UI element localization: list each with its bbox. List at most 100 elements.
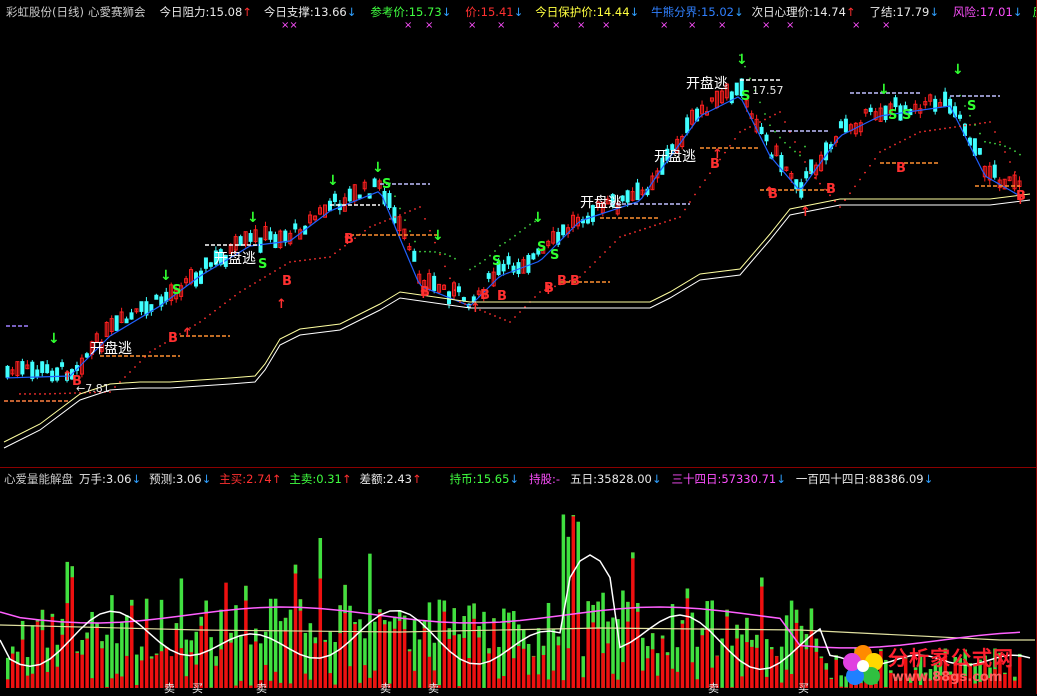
- volume-bar-bottom: [696, 679, 700, 688]
- volume-bar: [780, 647, 784, 688]
- volume-bar-bottom: [279, 683, 283, 688]
- volume-bar-bottom: [90, 678, 94, 688]
- volume-bar-top: [760, 578, 764, 587]
- volume-bar-bottom: [611, 674, 615, 688]
- volume-bar-top: [462, 616, 466, 638]
- volume-bar-bottom: [547, 679, 551, 688]
- volume-bar-bottom: [577, 614, 581, 688]
- volume-bar-bottom: [552, 671, 556, 688]
- volume-bar: [383, 620, 387, 688]
- volume-bar-bottom: [691, 662, 695, 688]
- volume-bar: [95, 623, 99, 688]
- volume-bar: [547, 603, 551, 688]
- volume-bar-top: [21, 621, 25, 640]
- volume-bar-top: [448, 628, 452, 639]
- volume-bar-top: [324, 640, 328, 642]
- volume-bar-top: [651, 633, 655, 649]
- volume-bar: [750, 640, 754, 688]
- volume-bar-top: [80, 640, 84, 655]
- volume-bar: [423, 620, 427, 688]
- volume-bar: [636, 603, 640, 688]
- volume-bar-top: [631, 552, 635, 558]
- volume-bar-bottom: [601, 653, 605, 688]
- volume-bar: [130, 600, 134, 688]
- volume-bar-top: [299, 599, 303, 610]
- volume-bar-bottom: [512, 658, 516, 688]
- volume-bar: [51, 614, 55, 688]
- volume-bar-bottom: [676, 672, 680, 688]
- volume-bar-top: [130, 600, 134, 606]
- volume-bar-bottom: [6, 679, 10, 688]
- volume-bar-bottom: [125, 656, 129, 688]
- volume-bar: [760, 578, 764, 688]
- volume-bar-top: [825, 663, 829, 669]
- volume-bar-top: [492, 618, 496, 622]
- volume-bar-bottom: [333, 685, 337, 688]
- volume-bar: [681, 620, 685, 688]
- volume-bar-bottom: [641, 671, 645, 688]
- volume-bar: [244, 586, 248, 688]
- volume-bar-top: [214, 656, 218, 666]
- volume-bar-top: [591, 605, 595, 622]
- volume-bar-top: [606, 622, 610, 644]
- volume-bar-top: [646, 646, 650, 658]
- volume-bar-top: [686, 588, 690, 598]
- volume-bar-top: [532, 656, 536, 657]
- volume-bar-top: [284, 618, 288, 632]
- volume-bar-top: [810, 608, 814, 629]
- volume-bar: [85, 633, 89, 688]
- volume-bar: [487, 648, 491, 688]
- volume-bar-top: [666, 652, 670, 655]
- volume-bar-bottom: [616, 680, 620, 688]
- volume-bar: [532, 656, 536, 688]
- volume-bar-bottom: [239, 681, 243, 688]
- volume-bar: [686, 588, 690, 688]
- volume-bar-bottom: [234, 686, 238, 688]
- volume-bar-top: [204, 601, 208, 614]
- volume-bar-bottom: [160, 651, 164, 688]
- volume-bar-bottom: [328, 673, 332, 688]
- volume-bar: [562, 514, 566, 688]
- volume-bar-bottom: [562, 680, 566, 688]
- volume-bar-top: [393, 616, 397, 628]
- volume-bar-top: [155, 654, 159, 655]
- volume-bar-top: [175, 623, 179, 629]
- volume-bar-top: [70, 566, 74, 577]
- watermark-title: 分析家公式网: [888, 642, 1014, 671]
- volume-bar: [666, 652, 670, 688]
- volume-bar: [175, 623, 179, 688]
- volume-bar-top: [443, 601, 447, 612]
- volume-bar-bottom: [780, 683, 784, 688]
- volume-bar-top: [487, 648, 491, 653]
- volume-bar-top: [145, 599, 149, 621]
- volume-bar-top: [750, 640, 754, 647]
- flower-logo-icon: [838, 640, 888, 690]
- volume-bar-top: [319, 538, 323, 579]
- volume-bar-bottom: [740, 676, 744, 688]
- volume-bar-top: [140, 647, 144, 661]
- volume-bar: [398, 610, 402, 688]
- volume-bar-bottom: [269, 681, 273, 688]
- volume-bar-top: [735, 625, 739, 639]
- volume-bar-bottom: [110, 678, 114, 688]
- volume-bar-top: [338, 605, 342, 633]
- volume-bar-bottom: [249, 685, 253, 688]
- volume-bar: [309, 623, 313, 688]
- volume-bar-top: [681, 620, 685, 623]
- volume-bar-bottom: [31, 674, 35, 688]
- volume-bar-top: [542, 646, 546, 655]
- volume-bar-top: [150, 656, 154, 658]
- volume-bar: [105, 635, 109, 688]
- volume-bar: [378, 609, 382, 688]
- volume-bar: [830, 678, 834, 688]
- volume-bar-top: [596, 602, 600, 628]
- volume-chart[interactable]: [0, 0, 1037, 694]
- volume-bar-bottom: [309, 680, 313, 688]
- volume-bar-bottom: [581, 677, 585, 688]
- volume-bar: [224, 583, 228, 688]
- volume-bar-bottom: [185, 676, 189, 688]
- volume-bar-top: [244, 586, 248, 601]
- volume-bar: [408, 649, 412, 688]
- volume-bar-bottom: [656, 676, 660, 688]
- volume-bar-top: [383, 620, 387, 624]
